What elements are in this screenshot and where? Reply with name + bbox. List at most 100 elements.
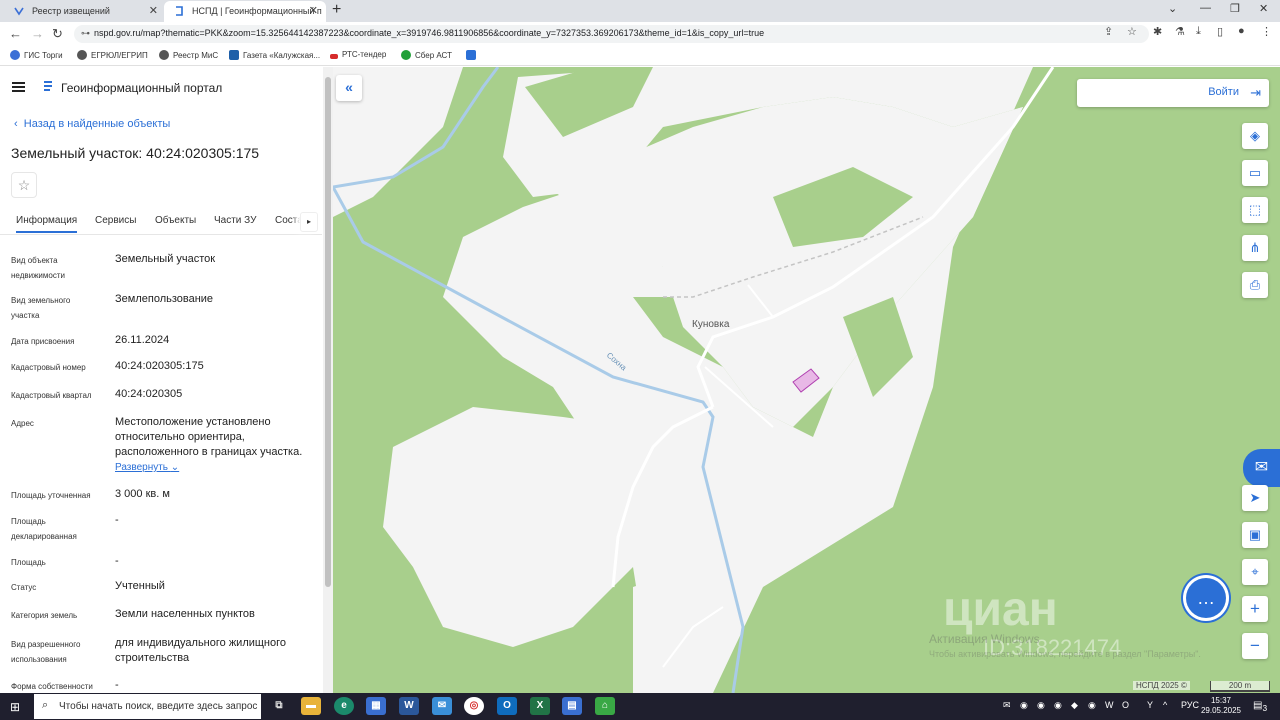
file-explorer-icon[interactable]: ▬ [301, 697, 321, 715]
tray-chevron-up-icon[interactable]: ^ [1163, 700, 1167, 710]
tab-parts[interactable]: Части ЗУ [214, 215, 256, 226]
input-language[interactable]: РУС [1181, 700, 1199, 710]
bookmark-gis-torgi[interactable]: ГИС Торги [10, 50, 63, 60]
field-value: - [115, 679, 119, 691]
browser-tab-nspd[interactable]: НСПД | Геоинформационный п ✕ [164, 1, 326, 22]
lab-icon[interactable]: ⚗ [1175, 25, 1185, 38]
login-label: Войти [1208, 86, 1239, 98]
bookmark-star-icon[interactable]: ☆ [1127, 25, 1137, 38]
minimize-icon[interactable]: — [1200, 2, 1211, 14]
support-chat-button[interactable]: ✉ [1243, 449, 1280, 487]
tab-objects[interactable]: Объекты [155, 215, 196, 226]
bookmark-rts[interactable]: РТС-тендер [330, 50, 386, 59]
profile-icon[interactable]: ● [1238, 25, 1245, 37]
site-info-icon[interactable]: ⊶ [81, 28, 90, 39]
zoom-out-button[interactable]: − [1242, 633, 1268, 659]
hamburger-menu-icon[interactable] [12, 82, 25, 92]
field-label: Площадь уточненная [11, 491, 91, 500]
share-icon[interactable]: ⇪ [1104, 25, 1113, 38]
home-app-icon[interactable]: ⌂ [595, 697, 615, 715]
tray-app-icon[interactable]: ◉ [1020, 700, 1028, 711]
share-nodes-icon: ⋔ [1249, 240, 1261, 255]
restore-icon[interactable]: ❐ [1230, 2, 1240, 15]
browser-tab-bar: Реестр извещений ✕ НСПД | Геоинформацион… [0, 0, 1280, 22]
notification-center-icon[interactable]: ▤3 [1253, 700, 1267, 713]
bookmark-reestr-mis[interactable]: Реестр МиС [159, 50, 218, 60]
tray-app-icon[interactable]: ◉ [1054, 700, 1062, 711]
back-to-results-link[interactable]: ‹ Назад в найденные объекты [14, 118, 170, 130]
outlook-icon[interactable]: O [497, 697, 517, 715]
window-close-icon[interactable]: ✕ [1259, 2, 1268, 15]
new-tab-icon[interactable]: + [332, 1, 341, 19]
menu-dots-icon[interactable]: ⋮ [1261, 25, 1272, 38]
tray-mail-icon[interactable]: ✉ [1003, 700, 1011, 711]
extensions-icon[interactable]: ✱ [1153, 25, 1162, 38]
tray-word-icon[interactable]: W [1105, 700, 1114, 710]
favorite-star-icon[interactable]: ☆ [11, 172, 37, 198]
tray-yandex-icon[interactable]: Y [1147, 700, 1153, 710]
browser-tab-registry[interactable]: Реестр извещений ✕ [4, 1, 166, 22]
print-button[interactable]: ⎙ [1242, 272, 1268, 298]
forward-arrow-icon[interactable]: → [31, 26, 44, 41]
share-button[interactable]: ⋔ [1242, 235, 1268, 261]
expand-address-link[interactable]: Развернуть ⌄ [115, 462, 179, 473]
store-icon[interactable]: ▦ [366, 697, 386, 715]
tab-services[interactable]: Сервисы [95, 215, 136, 226]
layers-button[interactable]: ◈ [1242, 123, 1268, 149]
search-place-button[interactable]: ⌖ [1242, 559, 1268, 585]
panel-scrollbar[interactable] [323, 67, 333, 693]
reload-icon[interactable]: ↻ [52, 26, 63, 42]
field-label: Вид земельного участка [11, 296, 71, 320]
tabs-scroll-right-icon[interactable]: ▸ [300, 212, 318, 232]
calculator-icon[interactable]: ▤ [562, 697, 582, 715]
bookmark-gazeta[interactable]: Газета «Калужская... [229, 50, 320, 60]
download-icon[interactable]: ⤓ [1196, 25, 1201, 38]
tray-app-icon[interactable]: ◆ [1071, 700, 1078, 711]
bookmark-nspd[interactable] [466, 50, 480, 60]
tab-information[interactable]: Информация [16, 215, 78, 233]
windows-start-icon[interactable]: ⊞ [10, 700, 20, 714]
sidepanel-icon[interactable]: ▯ [1217, 25, 1223, 38]
messages-fab[interactable]: … [1186, 578, 1226, 618]
minimap-button[interactable]: ▣ [1242, 522, 1268, 548]
tray-outlook-icon[interactable]: O [1122, 700, 1129, 710]
login-button[interactable]: Войти ⇥ [1077, 79, 1269, 107]
word-icon[interactable]: W [399, 697, 419, 715]
task-view-icon[interactable]: ⧉ [269, 697, 289, 715]
field-label: Статус [11, 583, 37, 592]
portal-title: Геоинформационный портал [61, 81, 223, 95]
close-icon[interactable]: ✕ [149, 4, 158, 17]
bookmark-sber-ast[interactable]: Сбер АСТ [401, 50, 452, 60]
url-field[interactable]: ⊶ nspd.gov.ru/map?thematic=PKK&zoom=15.3… [74, 25, 1149, 43]
close-icon[interactable]: ✕ [309, 4, 318, 17]
chrome-icon[interactable]: ◎ [464, 697, 484, 715]
field-label: Форма собственности [11, 682, 93, 691]
tray-network-app-icon[interactable]: ◉ [1037, 700, 1045, 711]
printer-icon: ⎙ [1249, 277, 1261, 292]
tab-composition[interactable]: Соста [275, 215, 303, 226]
windows-taskbar: ⊞ ⌕ Чтобы начать поиск, введите здесь за… [0, 693, 1280, 720]
edge-icon[interactable]: e [334, 697, 354, 715]
address-bar: ← → ↻ ⊶ nspd.gov.ru/map?thematic=PKK&zoo… [0, 22, 1280, 46]
select-area-button[interactable]: ⬚ [1242, 197, 1268, 223]
field-label: Площадь [11, 558, 46, 567]
field-value: 40:24:020305 [115, 388, 183, 400]
scrollbar-thumb[interactable] [325, 77, 331, 587]
field-value: - [115, 514, 119, 526]
bookmarks-bar: ГИС Торги ЕГРЮЛ/ЕГРИП Реестр МиС Газета … [0, 46, 1280, 66]
tray-app-icon[interactable]: ◉ [1088, 700, 1096, 711]
taskbar-search-box[interactable]: ⌕ Чтобы начать поиск, введите здесь запр… [34, 694, 261, 719]
mail-icon[interactable]: ✉ [432, 697, 452, 715]
object-heading: Земельный участок: 40:24:020305:175 [11, 145, 260, 161]
bookmark-egrul[interactable]: ЕГРЮЛ/ЕГРИП [77, 50, 148, 60]
tab-search-chevron-icon[interactable]: ⌄ [1168, 2, 1177, 15]
geolocation-button[interactable]: ➤ [1242, 485, 1268, 511]
collapse-panel-button[interactable]: « [336, 75, 362, 101]
zoom-in-button[interactable]: + [1242, 596, 1268, 622]
login-arrow-icon: ⇥ [1250, 85, 1261, 100]
excel-icon[interactable]: X [530, 697, 550, 715]
map-view[interactable]: Куновка Сохна циан ID:318221474 Активаци… [333, 67, 1280, 693]
taskbar-clock[interactable]: 15:37 29.05.2025 [1200, 696, 1242, 716]
measure-button[interactable]: ▭ [1242, 160, 1268, 186]
back-arrow-icon[interactable]: ← [9, 26, 22, 41]
